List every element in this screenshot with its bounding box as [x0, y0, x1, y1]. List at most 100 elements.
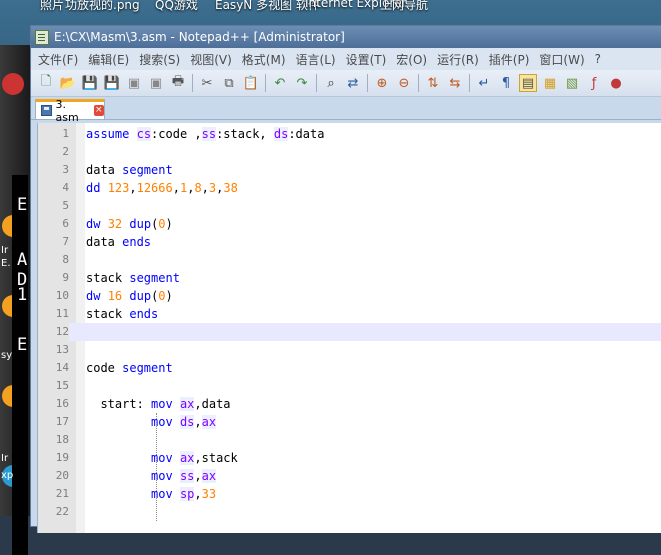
- line-number: 11: [38, 305, 69, 323]
- close-all-icon[interactable]: ▣: [147, 74, 165, 92]
- sync-h-icon[interactable]: ⇆: [446, 74, 464, 92]
- print-icon[interactable]: 🖶: [169, 74, 187, 92]
- zoom-in-icon[interactable]: ⊕: [373, 74, 391, 92]
- sync-v-icon[interactable]: ⇅: [424, 74, 442, 92]
- code-text[interactable]: data segment: [86, 161, 173, 179]
- dock-letter: 1: [17, 285, 28, 305]
- line-number: 20: [38, 467, 69, 485]
- menu-item[interactable]: 设置(T): [341, 51, 392, 68]
- code-line[interactable]: 20 mov ss,ax: [38, 467, 661, 485]
- word-wrap-icon[interactable]: ↵: [475, 74, 493, 92]
- line-number: 16: [38, 395, 69, 413]
- doc-map-icon[interactable]: ▧: [563, 74, 581, 92]
- copy-icon[interactable]: ⧉: [220, 74, 238, 92]
- code-line[interactable]: 6 dw 32 dup(0): [38, 215, 661, 233]
- function-list-icon[interactable]: ƒ: [585, 74, 603, 92]
- code-line[interactable]: 21 mov sp,33: [38, 485, 661, 503]
- paste-icon[interactable]: 📋: [242, 74, 260, 92]
- close-icon[interactable]: ▣: [125, 74, 143, 92]
- code-line[interactable]: 22: [38, 503, 661, 521]
- menu-item[interactable]: 运行(R): [432, 51, 484, 68]
- menu-item[interactable]: 格式(M): [237, 51, 291, 68]
- code-text[interactable]: stack segment: [86, 269, 180, 287]
- code-line[interactable]: 18: [38, 431, 661, 449]
- indent-guide: [156, 413, 157, 521]
- menu-item[interactable]: 编辑(E): [83, 51, 134, 68]
- menu-item[interactable]: 插件(P): [484, 51, 535, 68]
- code-line[interactable]: 14 code segment: [38, 359, 661, 377]
- dock-label: Ir: [1, 453, 9, 464]
- menu-item[interactable]: 搜索(S): [134, 51, 185, 68]
- toolbar-separator: [192, 74, 193, 92]
- code-line[interactable]: 8: [38, 251, 661, 269]
- code-text[interactable]: assume cs:code ,ss:stack, ds:data: [86, 125, 324, 143]
- code-editor[interactable]: 1 assume cs:code ,ss:stack, ds:data 2 3 data…: [37, 123, 661, 533]
- save-all-icon[interactable]: 💾: [103, 74, 121, 92]
- menu-item[interactable]: 文件(F): [33, 51, 83, 68]
- code-line[interactable]: 19 mov ax,stack: [38, 449, 661, 467]
- replace-icon[interactable]: ⇄: [344, 74, 362, 92]
- line-number: 6: [38, 215, 69, 233]
- desktop-icon-label[interactable]: QQ游戏: [155, 0, 198, 13]
- indent-guide-icon[interactable]: ▤: [519, 74, 537, 92]
- menu-item[interactable]: 语言(L): [291, 51, 341, 68]
- menu-item[interactable]: 窗口(W): [534, 51, 589, 68]
- title-bar[interactable]: E:\CX\Masm\3.asm - Notepad++ [Administra…: [31, 26, 661, 48]
- undo-icon[interactable]: ↶: [271, 74, 289, 92]
- code-line[interactable]: 17 mov ds,ax: [38, 413, 661, 431]
- code-text[interactable]: data ends: [86, 233, 151, 251]
- save-icon[interactable]: 💾: [81, 74, 99, 92]
- open-file-icon[interactable]: 📂: [59, 74, 77, 92]
- dock-letter: A: [17, 250, 28, 270]
- line-number: 19: [38, 449, 69, 467]
- code-line[interactable]: 3 data segment: [38, 161, 661, 179]
- tab-close-icon[interactable]: ×: [93, 105, 104, 116]
- macro-record-icon[interactable]: ●: [607, 74, 625, 92]
- code-line[interactable]: 10 dw 16 dup(0): [38, 287, 661, 305]
- code-text[interactable]: mov ax,stack: [86, 449, 238, 467]
- toolbar: 🗋 📂 💾 💾 ▣ ▣ 🖶 ✂ ⧉ 📋 ↶ ↷ ⌕ ⇄ ⊕ ⊖ ⇅ ⇆ ↵ ¶ ▤ ▦ ▧ ƒ ●: [31, 70, 661, 97]
- tab-3-asm[interactable]: 3. asm ×: [35, 98, 105, 124]
- redo-icon[interactable]: ↷: [293, 74, 311, 92]
- code-text[interactable]: stack ends: [86, 305, 158, 323]
- menu-item[interactable]: ?: [590, 52, 606, 66]
- cut-icon[interactable]: ✂: [198, 74, 216, 92]
- code-text[interactable]: dw 16 dup(0): [86, 287, 173, 305]
- toolbar-separator: [367, 74, 368, 92]
- user-lang-icon[interactable]: ▦: [541, 74, 559, 92]
- line-number: 5: [38, 197, 69, 215]
- code-line[interactable]: 5: [38, 197, 661, 215]
- code-line[interactable]: 13: [38, 341, 661, 359]
- line-number: 10: [38, 287, 69, 305]
- code-text[interactable]: mov ds,ax: [86, 413, 217, 431]
- code-line[interactable]: 2: [38, 143, 661, 161]
- code-line[interactable]: 4 dd 123,12666,1,8,3,38: [38, 179, 661, 197]
- find-icon[interactable]: ⌕: [322, 74, 340, 92]
- code-text[interactable]: mov sp,33: [86, 485, 216, 503]
- code-text[interactable]: start: mov ax,data: [86, 395, 231, 413]
- new-file-icon[interactable]: 🗋: [37, 74, 55, 92]
- code-line[interactable]: 11 stack ends: [38, 305, 661, 323]
- code-line[interactable]: 12: [38, 323, 661, 341]
- notepadpp-window: E:\CX\Masm\3.asm - Notepad++ [Administra…: [30, 25, 661, 533]
- dock-letter: E: [17, 195, 28, 215]
- menu-item[interactable]: 宏(O): [391, 51, 432, 68]
- code-line[interactable]: 7 data ends: [38, 233, 661, 251]
- code-text[interactable]: dw 32 dup(0): [86, 215, 173, 233]
- show-all-chars-icon[interactable]: ¶: [497, 74, 515, 92]
- code-line[interactable]: 15: [38, 377, 661, 395]
- code-line[interactable]: 9 stack segment: [38, 269, 661, 287]
- code-text[interactable]: dd 123,12666,1,8,3,38: [86, 179, 238, 197]
- code-line[interactable]: 16 start: mov ax,data: [38, 395, 661, 413]
- code-line[interactable]: 1 assume cs:code ,ss:stack, ds:data: [38, 125, 661, 143]
- dock-app-icon[interactable]: [2, 73, 24, 95]
- desktop-icon-label[interactable]: 功放视的.png: [65, 0, 140, 13]
- desktop-icon-label[interactable]: 照片: [40, 0, 64, 13]
- code-text[interactable]: mov ss,ax: [86, 467, 217, 485]
- menu-item[interactable]: 视图(V): [185, 51, 237, 68]
- zoom-out-icon[interactable]: ⊖: [395, 74, 413, 92]
- line-number: 15: [38, 377, 69, 395]
- code-text[interactable]: code segment: [86, 359, 173, 377]
- desktop-icon-label[interactable]: 上网导航: [380, 0, 428, 13]
- saved-file-icon: [41, 105, 52, 116]
